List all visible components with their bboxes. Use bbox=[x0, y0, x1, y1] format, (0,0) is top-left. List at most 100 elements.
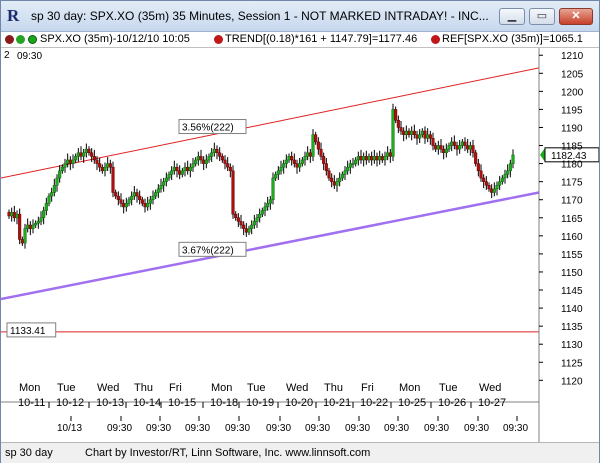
candle-body bbox=[327, 170, 331, 179]
candle-body bbox=[98, 163, 102, 168]
candle-body bbox=[362, 156, 366, 161]
candle-body bbox=[511, 154, 515, 164]
candle-body bbox=[444, 148, 448, 154]
ref-indicator-icon[interactable] bbox=[431, 35, 440, 44]
time-tick-label: 09:30 bbox=[384, 423, 409, 434]
candle-body bbox=[66, 159, 70, 164]
candle-body bbox=[188, 166, 192, 172]
candle-body bbox=[124, 203, 128, 208]
candle-body bbox=[199, 156, 203, 161]
title-bar[interactable]: R sp 30 day: SPX.XO (35m) 35 Minutes, Se… bbox=[1, 1, 599, 32]
candle-body bbox=[207, 156, 211, 161]
candle-body bbox=[95, 159, 99, 164]
green-status-icon[interactable] bbox=[16, 35, 25, 44]
y-tick-label: 1120 bbox=[561, 376, 583, 387]
day-of-week-label: Tue bbox=[57, 382, 76, 394]
candle-body bbox=[242, 224, 246, 229]
candle-body bbox=[383, 156, 387, 161]
candle-body bbox=[183, 166, 187, 172]
day-of-week-label: Mon bbox=[19, 382, 40, 394]
candle-body bbox=[143, 203, 147, 208]
candle bbox=[391, 103, 395, 162]
chart-start-time: 09:30 bbox=[17, 51, 42, 62]
day-date-label: 10-25 bbox=[398, 397, 426, 409]
red-status-icon[interactable] bbox=[5, 35, 14, 44]
candle-body bbox=[482, 177, 486, 182]
candle-body bbox=[500, 177, 504, 182]
candle-body bbox=[210, 152, 214, 157]
candle-body bbox=[407, 130, 411, 135]
day-date-label: 10-22 bbox=[360, 397, 388, 409]
candle-body bbox=[474, 152, 478, 164]
candle-body bbox=[354, 159, 358, 164]
candle-body bbox=[82, 152, 86, 157]
time-tick-label: 09:30 bbox=[305, 423, 330, 434]
time-tick-label: 09:30 bbox=[345, 423, 370, 434]
candle-body bbox=[258, 213, 262, 219]
candle-body bbox=[484, 181, 488, 186]
ref-level-label: 1133.41 bbox=[6, 322, 57, 338]
upper-channel-label: 3.56%(222) bbox=[178, 119, 247, 135]
candle-body bbox=[335, 181, 339, 186]
time-tick-label: 09:30 bbox=[503, 423, 528, 434]
candle-body bbox=[127, 199, 131, 204]
candle-body bbox=[36, 221, 40, 224]
candle-body bbox=[391, 109, 395, 157]
candle-body bbox=[490, 188, 494, 193]
candle-body bbox=[90, 152, 94, 157]
candle-body bbox=[487, 185, 491, 190]
price-chart[interactable]: 2 09:30 3.56%(222)3.67%(222)1133.411182.… bbox=[1, 48, 599, 442]
candle-body bbox=[252, 221, 256, 226]
candle-body bbox=[204, 159, 208, 164]
candle-body bbox=[359, 156, 363, 161]
candle-body bbox=[495, 185, 499, 190]
close-button[interactable]: ✕ bbox=[559, 8, 593, 25]
candle-body bbox=[378, 156, 382, 161]
candle-body bbox=[175, 166, 179, 172]
candle-body bbox=[15, 213, 19, 219]
candle-body bbox=[452, 141, 456, 146]
candle-body bbox=[60, 166, 64, 172]
candle-body bbox=[180, 170, 184, 175]
candle-body bbox=[492, 188, 496, 193]
trend-indicator-icon[interactable] bbox=[214, 35, 223, 44]
day-of-week-label: Mon bbox=[211, 382, 232, 394]
app-window: R sp 30 day: SPX.XO (35m) 35 Minutes, Se… bbox=[0, 0, 600, 463]
minimize-button[interactable]: ▁ bbox=[499, 8, 525, 25]
time-tick-label: 09:30 bbox=[424, 423, 449, 434]
day-of-week-label: Fri bbox=[361, 382, 374, 394]
candle-body bbox=[244, 228, 248, 233]
candle-body bbox=[508, 163, 512, 172]
y-tick-label: 1175 bbox=[561, 178, 583, 189]
candle-body bbox=[186, 166, 190, 172]
candle-body bbox=[170, 170, 174, 175]
candle-body bbox=[202, 159, 206, 164]
candle-body bbox=[255, 217, 259, 222]
day-date-label: 10-13 bbox=[96, 397, 124, 409]
candle-body bbox=[460, 141, 464, 146]
candle-body bbox=[52, 185, 56, 193]
day-of-week-label: Tue bbox=[439, 382, 458, 394]
candle-body bbox=[178, 170, 182, 175]
price-series-icon[interactable] bbox=[28, 35, 37, 44]
candle-body bbox=[402, 130, 406, 135]
candle-body bbox=[303, 156, 307, 161]
candle-body bbox=[260, 210, 264, 215]
candle-body bbox=[84, 148, 88, 154]
candle-body bbox=[162, 181, 166, 186]
day-date-label: 10-26 bbox=[438, 397, 466, 409]
candle-body bbox=[111, 166, 115, 193]
candle-body bbox=[348, 163, 352, 168]
day-date-label: 10-11 bbox=[18, 397, 45, 409]
day-of-week-label: Mon bbox=[399, 382, 420, 394]
candle-body bbox=[372, 156, 376, 161]
candle-body bbox=[471, 145, 475, 154]
candle-body bbox=[247, 228, 251, 233]
candle-body bbox=[228, 166, 232, 172]
trend-label: TREND[(0.18)*161 + 1147.79]=1177.46 bbox=[225, 33, 418, 45]
candle-body bbox=[314, 134, 318, 143]
candle-body bbox=[287, 156, 291, 161]
candle-body bbox=[106, 163, 110, 168]
maximize-button[interactable]: ▭ bbox=[529, 8, 555, 25]
candle-body bbox=[39, 217, 43, 222]
